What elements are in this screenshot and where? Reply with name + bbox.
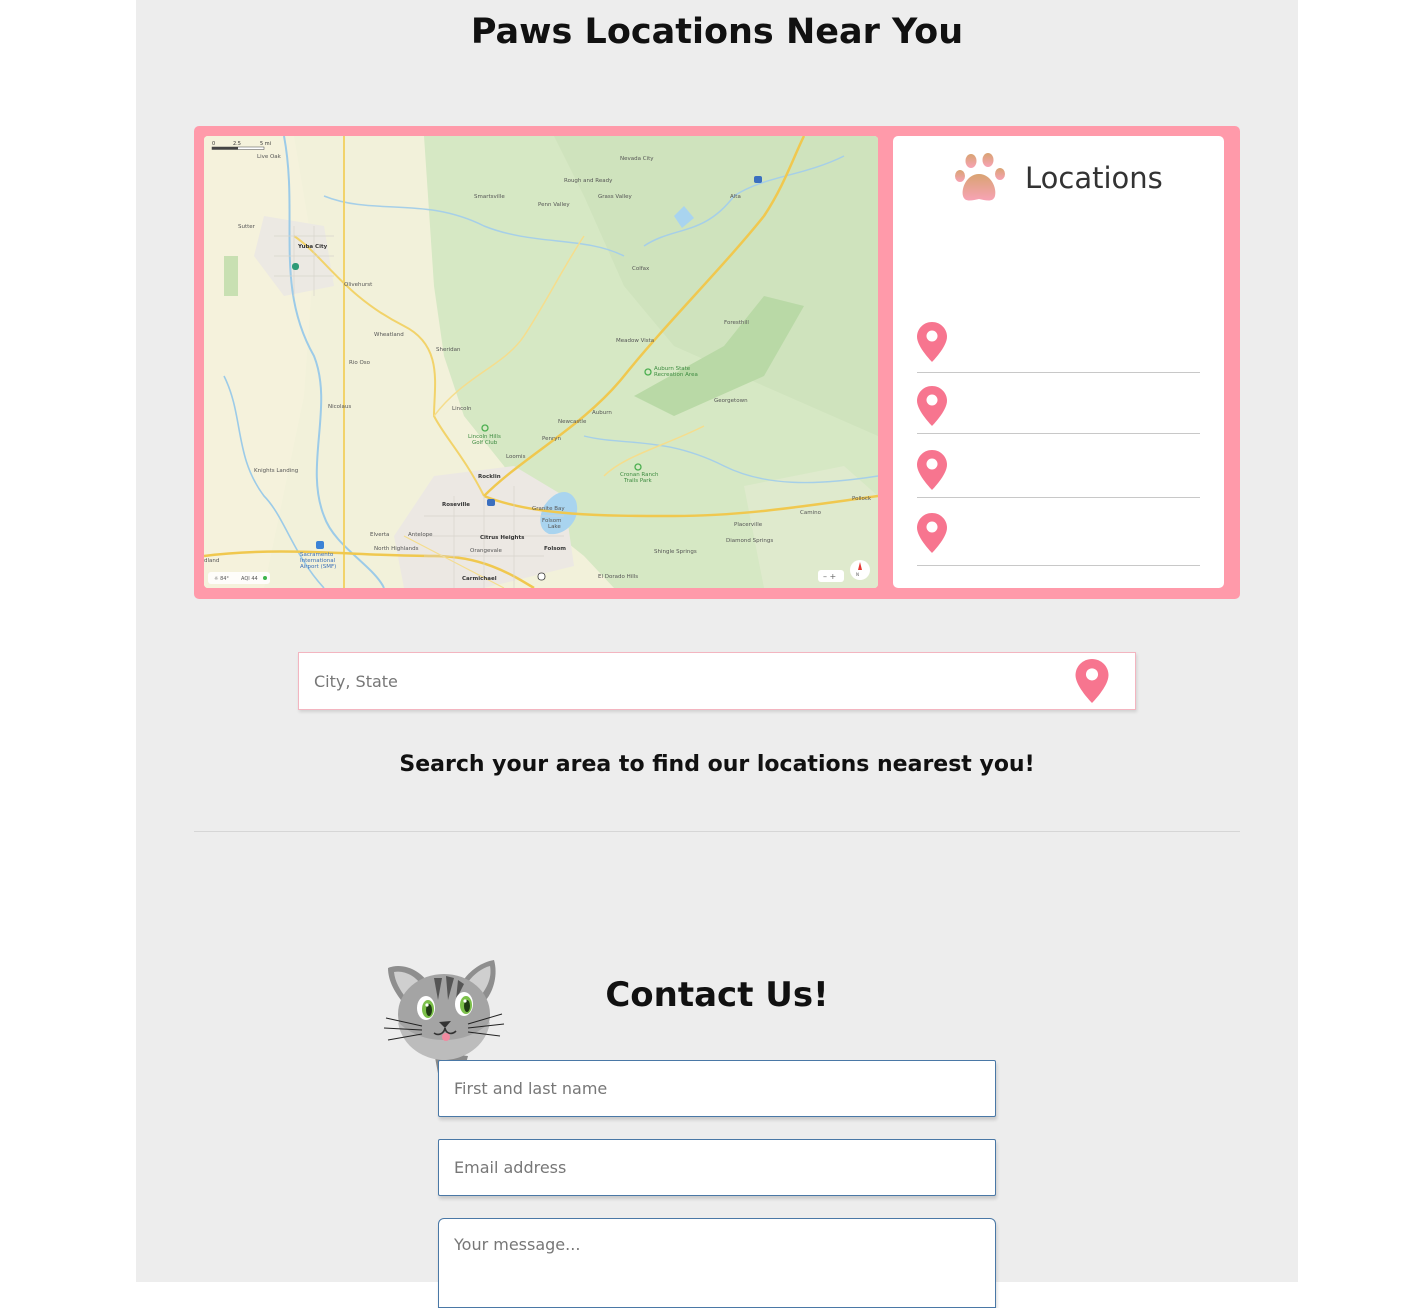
map-pin-icon: [917, 513, 947, 553]
location-item[interactable]: [917, 450, 1200, 498]
location-item[interactable]: [917, 322, 1200, 373]
svg-text:Citrus Heights: Citrus Heights: [480, 535, 525, 541]
svg-text:Grass Valley: Grass Valley: [598, 194, 633, 200]
svg-text:Georgetown: Georgetown: [714, 398, 748, 404]
svg-text:Rio Oso: Rio Oso: [349, 360, 371, 366]
svg-text:Placerville: Placerville: [734, 522, 763, 528]
svg-text:Colfax: Colfax: [632, 266, 650, 272]
paw-icon: [955, 153, 1005, 201]
svg-text:Auburn: Auburn: [592, 410, 612, 416]
svg-text:Camino: Camino: [800, 510, 822, 516]
locations-title: Locations: [1025, 161, 1163, 195]
contact-title: Contact Us!: [605, 975, 829, 1015]
svg-text:Lake: Lake: [548, 524, 561, 530]
svg-text:Sutter: Sutter: [238, 224, 256, 230]
map[interactable]: Live Oak Sutter Yuba City Olivehurst Whe…: [204, 136, 878, 588]
svg-text:0: 0: [212, 141, 215, 147]
svg-text:North Highlands: North Highlands: [374, 546, 419, 552]
svg-text:Diamond Springs: Diamond Springs: [726, 538, 773, 544]
svg-text:Smartsville: Smartsville: [474, 194, 505, 200]
search-hint: Search your area to find our locations n…: [399, 752, 1035, 777]
svg-text:Granite Bay: Granite Bay: [532, 506, 565, 512]
name-field[interactable]: [438, 1060, 996, 1117]
email-field[interactable]: [438, 1139, 996, 1196]
svg-text:Recreation Area: Recreation Area: [654, 372, 698, 378]
svg-text:Trails Park: Trails Park: [623, 478, 653, 484]
svg-text:dland: dland: [204, 558, 219, 564]
svg-text:Wheatland: Wheatland: [374, 332, 404, 338]
map-pin-icon: [917, 322, 947, 362]
svg-text:Airport (SMF): Airport (SMF): [300, 564, 336, 570]
svg-text:Meadow Vista: Meadow Vista: [616, 338, 654, 344]
svg-text:Folsom: Folsom: [544, 546, 566, 552]
locations-panel: Locations: [893, 136, 1224, 588]
svg-text:Newcastle: Newcastle: [558, 419, 587, 425]
svg-text:Foresthill: Foresthill: [724, 320, 749, 326]
svg-text:El Dorado Hills: El Dorado Hills: [598, 574, 638, 580]
svg-text:Lincoln: Lincoln: [452, 406, 472, 412]
svg-text:Sheridan: Sheridan: [436, 347, 461, 353]
page-title: Paws Locations Near You: [470, 12, 964, 52]
svg-text:Carmichael: Carmichael: [462, 576, 497, 582]
section-divider: [194, 831, 1240, 832]
location-search-box: [298, 652, 1136, 710]
locations-header: Locations: [953, 150, 1163, 206]
map-frame: Live Oak Sutter Yuba City Olivehurst Whe…: [194, 126, 1240, 599]
svg-text:Antelope: Antelope: [408, 532, 433, 538]
svg-text:Rocklin: Rocklin: [478, 474, 501, 480]
svg-text:Live Oak: Live Oak: [257, 154, 282, 160]
svg-text:Roseville: Roseville: [442, 502, 470, 508]
page-container: Paws Locations Near You Live Oak Sutter …: [136, 0, 1298, 1308]
svg-text:Knights Landing: Knights Landing: [254, 468, 298, 474]
message-field[interactable]: [438, 1218, 996, 1308]
location-item[interactable]: [917, 513, 1200, 566]
svg-text:Golf Club: Golf Club: [472, 440, 498, 446]
svg-text:Nicolaus: Nicolaus: [328, 404, 351, 410]
location-search-input[interactable]: [299, 653, 1059, 709]
svg-text:☼ 84°: ☼ 84°: [214, 576, 229, 582]
svg-text:5 mi: 5 mi: [260, 141, 271, 147]
svg-text:Nevada City: Nevada City: [620, 156, 654, 162]
map-pin-icon: [917, 386, 947, 426]
svg-text:– +: – +: [823, 572, 836, 581]
svg-text:Yuba City: Yuba City: [297, 244, 328, 250]
svg-text:Elverta: Elverta: [370, 532, 389, 538]
location-item[interactable]: [917, 386, 1200, 434]
svg-text:AQI 44: AQI 44: [241, 576, 258, 582]
map-pin-icon: [917, 450, 947, 490]
svg-text:Olivehurst: Olivehurst: [344, 282, 373, 288]
svg-text:Loomis: Loomis: [506, 454, 526, 460]
svg-text:Penryn: Penryn: [542, 436, 562, 442]
svg-text:Orangevale: Orangevale: [470, 548, 502, 554]
svg-text:N: N: [856, 572, 859, 577]
svg-text:Alta: Alta: [730, 194, 741, 200]
map-pin-icon[interactable]: [1075, 659, 1109, 703]
svg-text:Rough and Ready: Rough and Ready: [564, 178, 613, 184]
svg-text:Pollock: Pollock: [852, 496, 872, 502]
svg-text:Penn Valley: Penn Valley: [538, 202, 570, 208]
svg-text:Shingle Springs: Shingle Springs: [654, 549, 697, 555]
svg-text:2.5: 2.5: [233, 141, 241, 147]
